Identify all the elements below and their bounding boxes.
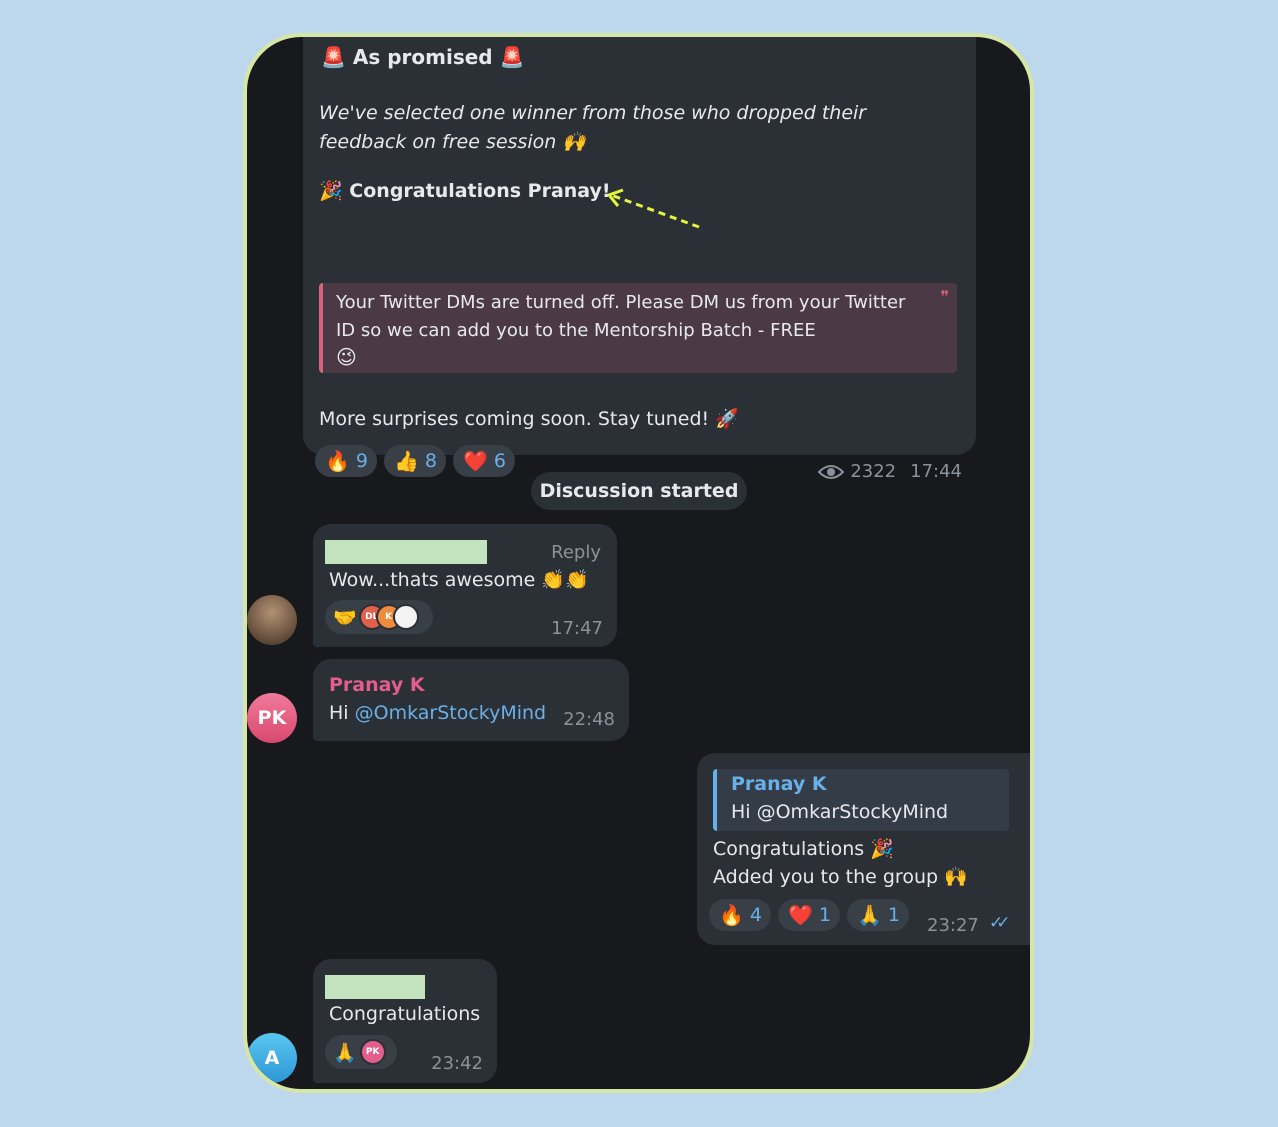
message-time: 23:42 [431, 1053, 483, 1074]
outgoing-message-bubble[interactable]: Pranay K Hi @OmkarStockyMind Congratulat… [697, 753, 1030, 945]
reaction-count: 1 [818, 904, 831, 926]
post-heading-text: As promised [352, 45, 493, 69]
message-bubble[interactable]: Reply Wow...thats awesome 👏👏 🤝 DL K 17:4… [313, 524, 617, 647]
reaction-count: 9 [355, 450, 368, 472]
message-text: Wow...thats awesome 👏👏 [329, 569, 589, 591]
message-time: 17:47 [551, 618, 603, 639]
reaction-pray[interactable]: 🙏 PK [325, 1035, 397, 1069]
reaction-count: 6 [493, 450, 506, 472]
reaction-pray[interactable]: 🙏 1 [847, 899, 909, 931]
message-time: 23:27 [927, 915, 979, 936]
reaction-handshake[interactable]: 🤝 DL K [325, 600, 433, 634]
reaction-count: 4 [749, 904, 762, 926]
channel-post-bubble[interactable]: 🚨 As promised 🚨 We've selected one winne… [303, 37, 976, 482]
sender-name[interactable]: Pranay K [329, 674, 425, 696]
pray-icon: 🙏 [857, 903, 882, 927]
wink-icon: 😉 [336, 345, 357, 369]
thumbs-up-icon: 👍 [394, 449, 419, 473]
reply-sender: Pranay K [731, 773, 827, 795]
view-count: 2322 [850, 461, 897, 482]
double-check-icon: ✓✓ [989, 913, 1010, 933]
avatar-pk[interactable]: PK [247, 693, 297, 743]
message-text: Hi @OmkarStockyMind [329, 702, 546, 724]
avatar-photo[interactable] [247, 595, 297, 645]
reactor-avatar [392, 604, 419, 630]
eye-icon [818, 464, 845, 479]
quote-text: Your Twitter DMs are turned off. Please … [336, 292, 906, 341]
message-time: 22:48 [563, 709, 615, 730]
reply-label[interactable]: Reply [551, 542, 601, 563]
message-line-1: Congratulations 🎉 [713, 838, 894, 860]
mention-link[interactable]: @OmkarStockyMind [355, 702, 547, 724]
chat-window: 🚨 As promised 🚨 We've selected one winne… [243, 33, 1034, 1093]
message-text: Congratulations [329, 1003, 481, 1025]
handshake-icon: 🤝 [333, 606, 357, 629]
post-heading: 🚨 As promised 🚨 [321, 45, 525, 69]
heart-icon: ❤️ [788, 903, 813, 927]
post-footer-text: More surprises coming soon. Stay tuned! … [319, 408, 739, 430]
reaction-heart[interactable]: ❤️ 6 [453, 445, 515, 477]
post-congrats-text: Congratulations Pranay! [349, 180, 611, 202]
message-bubble[interactable]: Congratulations 🙏 PK 23:42 [313, 959, 497, 1083]
reaction-fire[interactable]: 🔥 9 [315, 445, 377, 477]
quote-mark-icon: ❞ [940, 287, 949, 306]
annotation-arrow-icon [606, 188, 700, 229]
redacted-sender [325, 540, 487, 564]
reaction-heart[interactable]: ❤️ 1 [778, 899, 840, 931]
message-bubble[interactable]: Pranay K Hi @OmkarStockyMind 22:48 [313, 659, 629, 741]
post-intro: We've selected one winner from those who… [319, 102, 867, 153]
reaction-count: 8 [424, 450, 437, 472]
reaction-thumbs-up[interactable]: 👍 8 [384, 445, 446, 477]
post-quote-block: Your Twitter DMs are turned off. Please … [319, 283, 957, 373]
redacted-sender [325, 975, 425, 999]
service-message: Discussion started [531, 472, 747, 510]
reply-text: Hi @OmkarStockyMind [731, 801, 949, 823]
message-text-prefix: Hi [329, 702, 355, 724]
message-line-2: Added you to the group 🙌 [713, 866, 968, 888]
reactor-avatar: PK [359, 1039, 386, 1065]
siren-icon: 🚨 [321, 45, 346, 69]
fire-icon: 🔥 [719, 903, 744, 927]
pray-icon: 🙏 [333, 1041, 357, 1064]
party-popper-icon: 🎉 [319, 180, 343, 202]
heart-icon: ❤️ [463, 449, 488, 473]
fire-icon: 🔥 [325, 449, 350, 473]
reaction-fire[interactable]: 🔥 4 [709, 899, 771, 931]
siren-icon: 🚨 [499, 45, 525, 69]
post-congrats: 🎉 Congratulations Pranay! [319, 179, 611, 202]
reaction-count: 1 [887, 904, 900, 926]
avatar-a[interactable]: A [247, 1033, 297, 1083]
post-time: 17:44 [910, 461, 962, 482]
reply-preview[interactable]: Pranay K Hi @OmkarStockyMind [713, 769, 1009, 831]
post-meta: 2322 17:44 [818, 461, 962, 482]
